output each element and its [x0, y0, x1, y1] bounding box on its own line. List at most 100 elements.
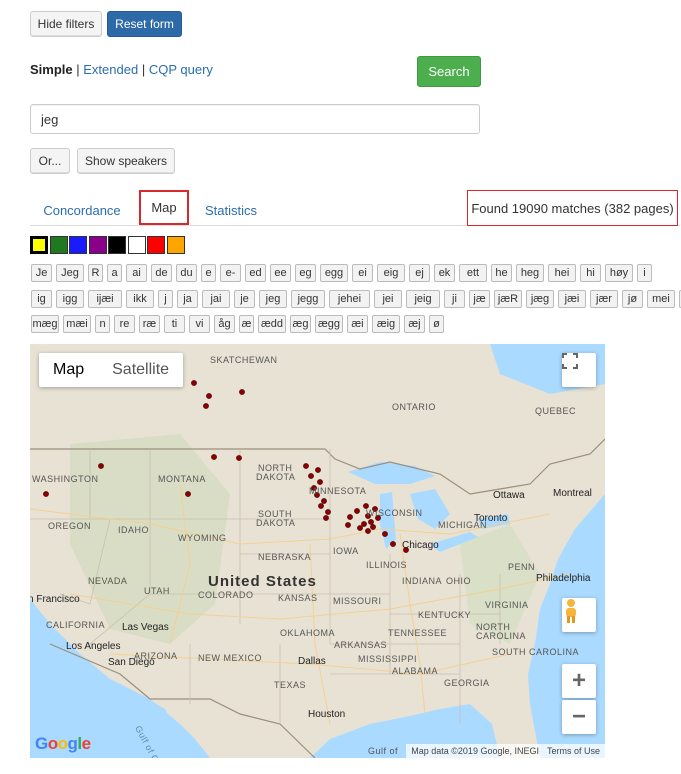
word-filter-button[interactable]: æj [404, 315, 425, 333]
match-location-marker[interactable] [370, 524, 376, 530]
match-location-marker[interactable] [325, 509, 331, 515]
word-filter-button[interactable]: Jeg [56, 264, 84, 282]
word-filter-button[interactable]: jeig [406, 290, 440, 308]
color-swatch[interactable] [69, 236, 87, 254]
word-filter-button[interactable]: ett [459, 264, 487, 282]
word-filter-button[interactable]: ø [429, 315, 444, 333]
word-filter-button[interactable]: ijæi [88, 290, 122, 308]
word-filter-button[interactable]: ai [126, 264, 147, 282]
match-location-marker[interactable] [211, 454, 217, 460]
word-filter-button[interactable]: e- [220, 264, 241, 282]
color-swatch[interactable] [30, 236, 48, 254]
color-swatch[interactable] [88, 236, 107, 254]
map-view[interactable]: SKATCHEWAN ONTARIO QUEBEC WASHINGTON MONTANA… [30, 344, 605, 758]
match-location-marker[interactable] [98, 463, 104, 469]
match-location-marker[interactable] [317, 479, 323, 485]
word-filter-button[interactable]: æg [290, 315, 311, 333]
mode-simple[interactable]: Simple [30, 62, 73, 77]
word-filter-button[interactable]: egg [320, 264, 348, 282]
word-filter-button[interactable]: j [158, 290, 173, 308]
match-location-marker[interactable] [354, 508, 360, 514]
match-location-marker[interactable] [321, 498, 327, 504]
match-location-marker[interactable] [390, 541, 396, 547]
word-filter-button[interactable]: n [95, 315, 110, 333]
or-button[interactable]: Or... [30, 148, 70, 174]
word-filter-button[interactable]: i [637, 264, 652, 282]
word-filter-button[interactable]: ja [177, 290, 198, 308]
match-location-marker[interactable] [43, 491, 49, 497]
word-filter-button[interactable]: ji [444, 290, 465, 308]
word-filter-button[interactable]: hei [548, 264, 576, 282]
word-filter-button[interactable]: jegg [291, 290, 325, 308]
color-swatch[interactable] [127, 236, 146, 254]
word-filter-button[interactable]: æi [347, 315, 368, 333]
map-type-control[interactable]: Map Satellite [39, 353, 184, 387]
match-location-marker[interactable] [315, 467, 321, 473]
match-location-marker[interactable] [308, 473, 314, 479]
word-filter-button[interactable]: jeg [259, 290, 287, 308]
match-location-marker[interactable] [323, 515, 329, 521]
map-type-satellite-button[interactable]: Satellite [98, 353, 183, 387]
match-location-marker[interactable] [206, 393, 212, 399]
word-filter-button[interactable]: e [201, 264, 216, 282]
map-type-map-button[interactable]: Map [39, 353, 98, 387]
mode-cqp-link[interactable]: CQP query [149, 62, 213, 77]
color-swatch[interactable] [108, 236, 126, 254]
word-filter-button[interactable]: æ [239, 315, 254, 333]
word-filter-button[interactable]: ei [352, 264, 373, 282]
word-filter-button[interactable]: jei [374, 290, 402, 308]
word-filter-button[interactable]: a [107, 264, 122, 282]
fullscreen-icon[interactable] [562, 353, 596, 387]
zoom-out-button[interactable]: − [562, 700, 596, 734]
search-button[interactable]: Search [417, 56, 481, 87]
word-filter-button[interactable]: igg [56, 290, 84, 308]
word-filter-button[interactable]: ig [31, 290, 52, 308]
match-location-marker[interactable] [345, 522, 351, 528]
zoom-in-button[interactable]: + [562, 664, 596, 698]
word-filter-button[interactable]: jæR [494, 290, 522, 308]
word-filter-button[interactable]: ægg [315, 315, 343, 333]
match-location-marker[interactable] [191, 380, 197, 386]
match-location-marker[interactable] [382, 531, 388, 537]
color-swatch[interactable] [49, 236, 68, 254]
word-filter-button[interactable]: je [234, 290, 255, 308]
word-filter-button[interactable]: mei [647, 290, 675, 308]
hide-filters-button[interactable]: Hide filters [30, 11, 102, 37]
word-filter-button[interactable]: ej [409, 264, 430, 282]
word-filter-button[interactable]: høy [605, 264, 633, 282]
reset-form-button[interactable]: Reset form [107, 11, 182, 37]
word-filter-button[interactable]: mæg [31, 315, 59, 333]
mode-extended-link[interactable]: Extended [83, 62, 138, 77]
match-location-marker[interactable] [239, 389, 245, 395]
word-filter-button[interactable]: heg [516, 264, 544, 282]
word-filter-button[interactable]: he [491, 264, 512, 282]
word-filter-button[interactable]: jæi [558, 290, 586, 308]
color-swatch[interactable] [147, 236, 165, 254]
match-location-marker[interactable] [318, 503, 324, 509]
word-filter-button[interactable]: vi [189, 315, 210, 333]
word-filter-button[interactable]: ædd [258, 315, 286, 333]
color-swatch[interactable] [166, 236, 185, 254]
match-location-marker[interactable] [365, 528, 371, 534]
match-location-marker[interactable] [236, 455, 242, 461]
word-filter-button[interactable]: ræ [139, 315, 160, 333]
word-filter-button[interactable]: jæg [526, 290, 554, 308]
word-filter-button[interactable]: ti [164, 315, 185, 333]
word-filter-button[interactable]: re [114, 315, 135, 333]
word-filter-button[interactable]: ikk [126, 290, 154, 308]
word-filter-button[interactable]: Je [31, 264, 52, 282]
word-filter-button[interactable]: de [151, 264, 172, 282]
word-filter-button[interactable]: jø [622, 290, 643, 308]
tab-concordance[interactable]: Concordance [36, 196, 128, 224]
match-location-marker[interactable] [347, 514, 353, 520]
match-location-marker[interactable] [303, 463, 309, 469]
match-location-marker[interactable] [357, 525, 363, 531]
match-location-marker[interactable] [203, 403, 209, 409]
word-filter-button[interactable]: eg [295, 264, 316, 282]
street-view-pegman-icon[interactable] [562, 598, 596, 632]
word-filter-button[interactable]: du [176, 264, 197, 282]
word-filter-button[interactable]: æig [372, 315, 400, 333]
word-filter-button[interactable]: eig [377, 264, 405, 282]
tab-statistics[interactable]: Statistics [198, 196, 264, 224]
word-filter-button[interactable]: ed [245, 264, 266, 282]
